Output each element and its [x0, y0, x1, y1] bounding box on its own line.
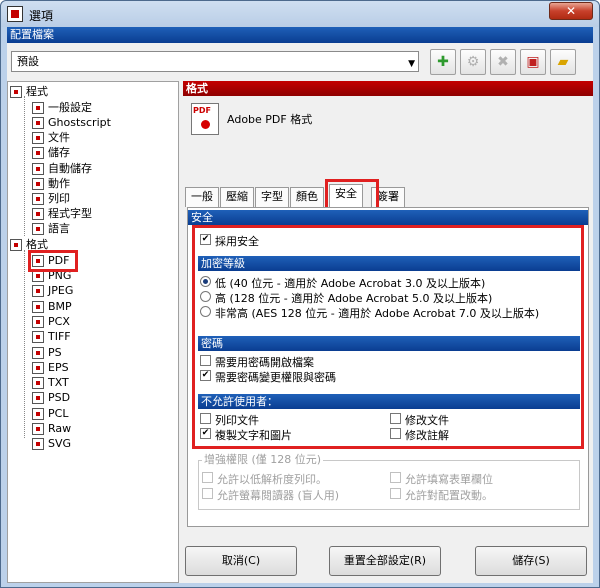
svg-icon	[32, 438, 44, 450]
pcx-icon	[32, 316, 44, 328]
settings-icon: ⚙	[466, 54, 480, 70]
general-icon	[32, 102, 44, 114]
delete-profile-button[interactable]: ✖	[490, 49, 516, 75]
add-profile-button[interactable]: ✚	[430, 49, 456, 75]
pdf-highlight	[28, 250, 78, 272]
options-window: 選項 ✕ 配置檔案 預設 ▼ ✚ ⚙ ✖ ▣ ▰ 程式 一般設定 Ghostsc…	[0, 0, 600, 588]
ghostscript-icon	[32, 117, 44, 129]
save-button[interactable]: 儲存(S)	[475, 546, 587, 576]
allow-low-res-print-label: 允許以低解析度列印。	[217, 473, 327, 486]
document-icon	[32, 132, 44, 144]
font-icon	[32, 208, 44, 220]
security-panel: 安全 ✔ 採用安全 加密等級 低 (40 位元 - 適用於 Adobe Acro…	[187, 207, 589, 527]
tab-colors[interactable]: 顏色	[290, 187, 324, 207]
app-icon	[7, 6, 23, 22]
format-header: 格式	[183, 81, 593, 96]
program-icon	[10, 86, 22, 98]
allow-fill-forms-checkbox[interactable]	[390, 472, 401, 483]
allow-low-res-print-checkbox[interactable]	[202, 472, 213, 483]
language-icon	[32, 223, 44, 235]
allow-assembly-checkbox[interactable]	[390, 488, 401, 499]
txt-icon	[32, 377, 44, 389]
format-settings: 格式 Adobe PDF 格式 一般 壓縮 字型 顏色 安全 簽署 安全 ✔ 採…	[183, 81, 593, 527]
tab-compression[interactable]: 壓縮	[220, 187, 254, 207]
tree-connector	[24, 96, 25, 236]
allow-screen-reader-label: 允許螢幕閱讀器 (盲人用)	[217, 489, 340, 502]
allow-screen-reader-checkbox[interactable]	[202, 488, 213, 499]
chevron-down-icon[interactable]: ▼	[408, 55, 415, 74]
ps-icon	[32, 347, 44, 359]
pcl-icon	[32, 408, 44, 420]
cancel-button[interactable]: 取消(C)	[185, 546, 297, 576]
rename-profile-button[interactable]: ⚙	[460, 49, 486, 75]
jpeg-icon	[32, 285, 44, 297]
tab-fonts[interactable]: 字型	[255, 187, 289, 207]
allow-fill-forms-label: 允許填寫表單欄位	[405, 473, 493, 486]
security-header: 安全	[188, 210, 588, 225]
profile-header: 配置檔案	[7, 27, 593, 43]
print-icon	[32, 193, 44, 205]
enhanced-permissions-title: 增強權限 (僅 128 位元)	[202, 451, 324, 467]
add-icon: ✚	[437, 54, 449, 70]
tree-connector	[24, 250, 25, 438]
pdf-format-icon	[191, 103, 219, 135]
raw-icon	[32, 423, 44, 435]
reset-all-button[interactable]: 重置全部設定(R)	[329, 546, 441, 576]
actions-icon	[32, 178, 44, 190]
window-title: 選項	[29, 9, 54, 23]
delete-icon: ✖	[497, 54, 509, 70]
save-profile-button[interactable]: ▣	[520, 49, 546, 75]
save-icon	[32, 147, 44, 159]
close-button[interactable]: ✕	[549, 2, 593, 20]
client-area: 配置檔案 預設 ▼ ✚ ⚙ ✖ ▣ ▰ 程式 一般設定 Ghostscript …	[7, 27, 593, 583]
eps-icon	[32, 362, 44, 374]
security-options-highlight	[192, 225, 584, 449]
tab-general[interactable]: 一般	[185, 187, 219, 207]
folder-icon: ▰	[557, 54, 569, 70]
psd-icon	[32, 392, 44, 404]
profile-select[interactable]: 預設 ▼	[11, 51, 419, 72]
profile-selected-value: 預設	[17, 55, 39, 68]
format-icon	[10, 239, 22, 251]
autosave-icon	[32, 163, 44, 175]
allow-assembly-label: 允許對配置改動。	[405, 489, 493, 502]
save-icon: ▣	[526, 54, 540, 70]
format-name: Adobe PDF 格式	[227, 113, 313, 126]
title-bar[interactable]: 選項 ✕	[1, 1, 599, 27]
bmp-icon	[32, 301, 44, 313]
tiff-icon	[32, 331, 44, 343]
settings-tree: 程式 一般設定 Ghostscript 文件 儲存 自動儲存 動作 列印 程式字…	[7, 81, 179, 583]
open-profile-button[interactable]: ▰	[550, 49, 576, 75]
